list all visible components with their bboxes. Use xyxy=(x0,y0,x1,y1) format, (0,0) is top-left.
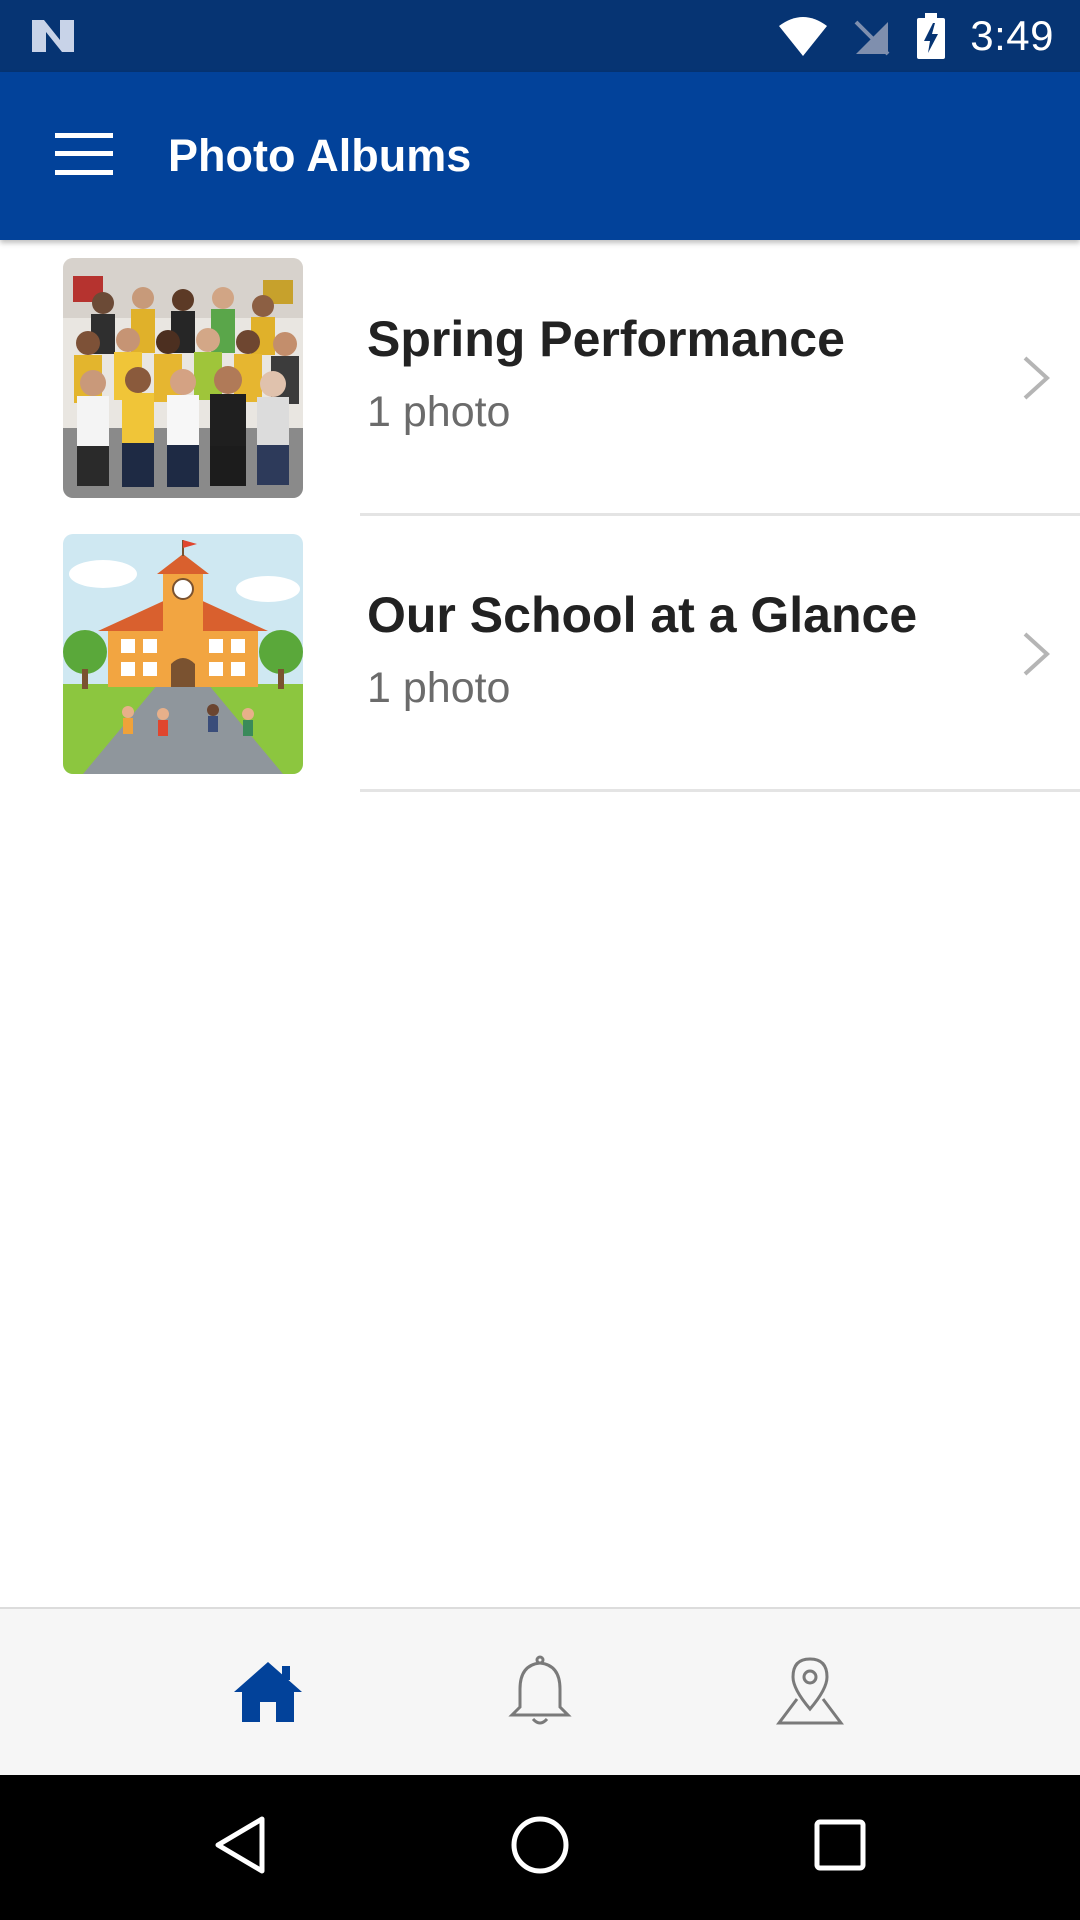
menu-button[interactable] xyxy=(42,114,126,198)
home-circle-icon xyxy=(509,1814,571,1881)
album-title: Our School at a Glance xyxy=(367,587,918,643)
tab-locations[interactable] xyxy=(765,1649,855,1739)
app-bar: Photo Albums xyxy=(0,72,1080,240)
map-pin-icon xyxy=(775,1656,845,1732)
home-nav-button[interactable] xyxy=(500,1807,580,1887)
tab-home[interactable] xyxy=(223,1649,313,1739)
recents-icon xyxy=(812,1817,868,1878)
album-row-our-school-at-a-glance[interactable]: Our School at a Glance 1 photo xyxy=(0,516,1080,792)
album-row-spring-performance[interactable]: Spring Performance 1 photo xyxy=(0,240,1080,516)
status-time: 3:49 xyxy=(970,12,1054,59)
screen: 3:49 Photo Albums Spring Performance 1 p… xyxy=(0,0,1080,1920)
divider xyxy=(360,789,1080,792)
recents-button[interactable] xyxy=(800,1807,880,1887)
battery-charging-icon xyxy=(916,13,946,59)
status-icons: 3:49 xyxy=(778,12,1054,60)
status-bar: 3:49 xyxy=(0,0,1080,72)
back-button[interactable] xyxy=(200,1807,280,1887)
album-thumbnail-school-illustration xyxy=(63,534,303,774)
wifi-icon xyxy=(778,16,828,56)
album-thumbnail-group-photo xyxy=(63,258,303,498)
hamburger-menu-icon xyxy=(55,132,113,180)
tab-notifications[interactable] xyxy=(495,1649,585,1739)
album-photo-count: 1 photo xyxy=(367,664,511,712)
page-title: Photo Albums xyxy=(168,130,472,181)
album-list: Spring Performance 1 photo Our School at… xyxy=(0,240,1080,792)
system-nav-bar xyxy=(0,1775,1080,1920)
album-text: Spring Performance 1 photo xyxy=(367,310,845,437)
back-icon xyxy=(212,1815,268,1880)
chevron-right-icon xyxy=(1014,348,1058,408)
bottom-tab-bar xyxy=(0,1607,1080,1775)
album-title: Spring Performance xyxy=(367,311,845,367)
n-notification-icon xyxy=(30,16,76,56)
bell-icon xyxy=(508,1655,572,1734)
home-icon xyxy=(232,1660,304,1729)
album-text: Our School at a Glance 1 photo xyxy=(367,586,917,713)
no-signal-icon xyxy=(852,16,892,56)
album-photo-count: 1 photo xyxy=(367,388,511,436)
chevron-right-icon xyxy=(1014,624,1058,684)
